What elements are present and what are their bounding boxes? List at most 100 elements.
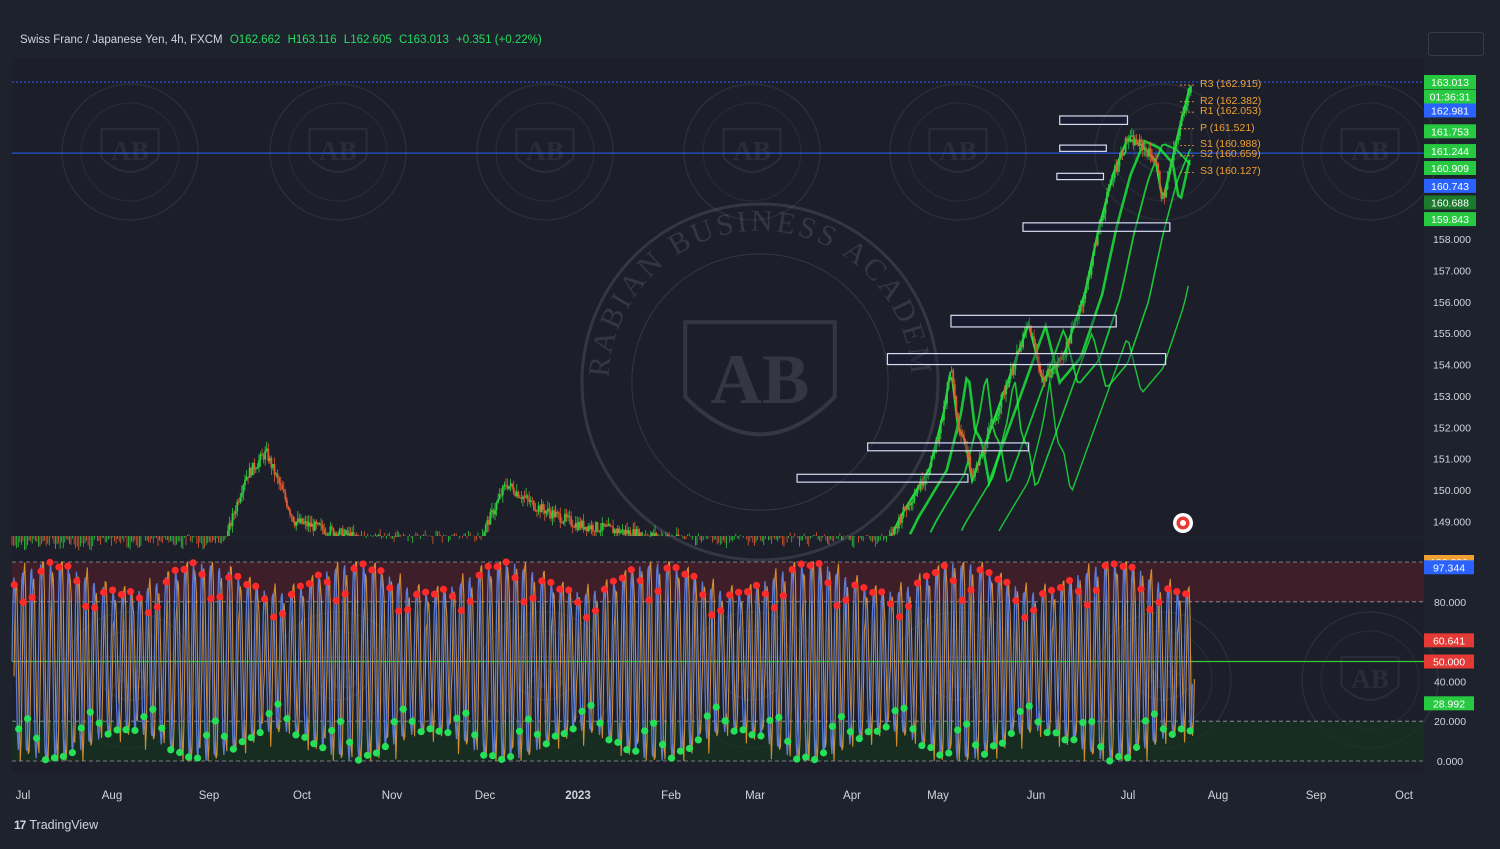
overbought-dot bbox=[967, 586, 975, 594]
overbought-dot bbox=[153, 603, 161, 611]
oversold-dot bbox=[417, 728, 425, 736]
tradingview-brand[interactable]: 17 TradingView bbox=[14, 818, 98, 832]
overbought-dot bbox=[627, 566, 635, 574]
overbought-dot bbox=[323, 578, 331, 586]
oversold-dot bbox=[900, 704, 908, 712]
candle bbox=[1124, 136, 1127, 155]
candle bbox=[640, 531, 642, 536]
candle bbox=[949, 371, 952, 382]
oversold-dot bbox=[444, 729, 452, 737]
overbought-dot bbox=[493, 562, 501, 571]
overbought-dot bbox=[332, 597, 340, 605]
overbought-dot bbox=[538, 577, 546, 585]
oversold-dot bbox=[426, 725, 434, 733]
oversold-dot bbox=[15, 725, 23, 733]
oversold-dot bbox=[1177, 725, 1185, 733]
overbought-dot bbox=[708, 611, 716, 619]
oscillator-badge-text: 60.641 bbox=[1433, 635, 1465, 647]
price-chart[interactable]: ABABABABABABABABARABIAN BUSINESS ACADEMY… bbox=[0, 0, 1500, 844]
price-badge: 159.843 bbox=[1424, 212, 1476, 227]
overbought-dot bbox=[1173, 587, 1181, 596]
overbought-dot bbox=[860, 584, 868, 592]
oversold-dot bbox=[176, 748, 184, 757]
oversold-dot bbox=[551, 732, 559, 740]
overbought-dot bbox=[216, 593, 224, 601]
candle bbox=[251, 462, 254, 476]
price-tick: 156.000 bbox=[1433, 297, 1471, 309]
price-badge: 160.743 bbox=[1424, 178, 1476, 193]
overbought-dot bbox=[1056, 583, 1065, 592]
price-badge-text: 162.981 bbox=[1431, 105, 1469, 117]
oversold-dot bbox=[292, 731, 300, 739]
oversold-dot bbox=[918, 741, 926, 750]
overbought-dot bbox=[681, 570, 689, 578]
overbought-dot bbox=[1164, 585, 1172, 593]
close-value: C163.013 bbox=[398, 34, 449, 46]
time-tick: Sep bbox=[199, 790, 219, 802]
overbought-dot bbox=[234, 572, 242, 581]
time-tick: 2023 bbox=[565, 790, 591, 802]
time-tick: Nov bbox=[382, 790, 403, 802]
oversold-dot bbox=[480, 751, 488, 759]
oversold-dot bbox=[971, 741, 980, 749]
price-tick: 150.000 bbox=[1433, 485, 1471, 497]
oversold-dot bbox=[354, 756, 363, 764]
oversold-dot bbox=[524, 715, 533, 723]
overbought-dot bbox=[851, 581, 859, 589]
overbought-dot bbox=[842, 596, 850, 604]
overbought-dot bbox=[261, 595, 269, 603]
candle bbox=[301, 518, 304, 525]
overbought-dot bbox=[931, 568, 939, 577]
oversold-dot bbox=[989, 742, 998, 750]
oversold-dot bbox=[1106, 757, 1114, 765]
oversold-dot bbox=[363, 751, 372, 759]
overbought-dot bbox=[109, 586, 117, 594]
overbought-dot bbox=[949, 577, 957, 585]
overbought-dot bbox=[502, 558, 510, 566]
overbought-dot bbox=[305, 580, 313, 588]
support-zone-box bbox=[1059, 115, 1129, 126]
oversold-dot bbox=[560, 730, 568, 738]
oversold-dot bbox=[515, 727, 524, 735]
top-right-button[interactable] bbox=[1428, 32, 1484, 56]
overbought-dot bbox=[1092, 586, 1100, 594]
candle bbox=[907, 502, 910, 510]
oversold-dot bbox=[641, 727, 649, 735]
oversold-dot bbox=[1186, 727, 1194, 735]
pivot-label: R1 (162.053) bbox=[1200, 105, 1261, 117]
watermark-monogram: AB bbox=[1351, 136, 1389, 166]
overbought-dot bbox=[904, 602, 913, 610]
overbought-dot bbox=[413, 590, 421, 598]
overbought-dot bbox=[10, 581, 18, 589]
overbought-dot bbox=[779, 592, 787, 600]
watermark-monogram: AB bbox=[526, 136, 564, 166]
overbought-dot bbox=[404, 606, 412, 614]
overbought-dot bbox=[484, 562, 492, 570]
oversold-dot bbox=[542, 740, 550, 748]
oversold-dot bbox=[578, 707, 586, 715]
oscillator-badge-text: 28.992 bbox=[1433, 698, 1465, 710]
oversold-dot bbox=[945, 749, 953, 757]
oversold-dot bbox=[533, 730, 541, 739]
overbought-dot bbox=[582, 614, 591, 622]
watermark-monogram: AB bbox=[939, 136, 977, 166]
oversold-dot bbox=[113, 726, 121, 734]
change-value: +0.351 (+0.22%) bbox=[456, 34, 542, 46]
record-icon[interactable] bbox=[1173, 513, 1193, 533]
price-badge: 161.244 bbox=[1424, 144, 1476, 159]
overbought-dot bbox=[529, 594, 537, 602]
overbought-dot bbox=[91, 604, 99, 612]
overbought-dot bbox=[198, 570, 206, 578]
overbought-dot bbox=[278, 610, 287, 618]
oversold-dot bbox=[998, 739, 1007, 747]
overbought-dot bbox=[82, 602, 90, 610]
oversold-dot bbox=[730, 727, 738, 735]
oversold-dot bbox=[658, 740, 667, 749]
oversold-dot bbox=[864, 728, 872, 736]
price-tick: 151.000 bbox=[1433, 454, 1471, 466]
symbol-name[interactable]: Swiss Franc / Japanese Yen, 4h, FXCM bbox=[20, 34, 223, 46]
price-badge-text: 161.244 bbox=[1431, 146, 1469, 158]
open-value: O162.662 bbox=[229, 34, 281, 46]
price-tick: 153.000 bbox=[1433, 391, 1471, 403]
support-zone-box bbox=[1022, 222, 1171, 232]
